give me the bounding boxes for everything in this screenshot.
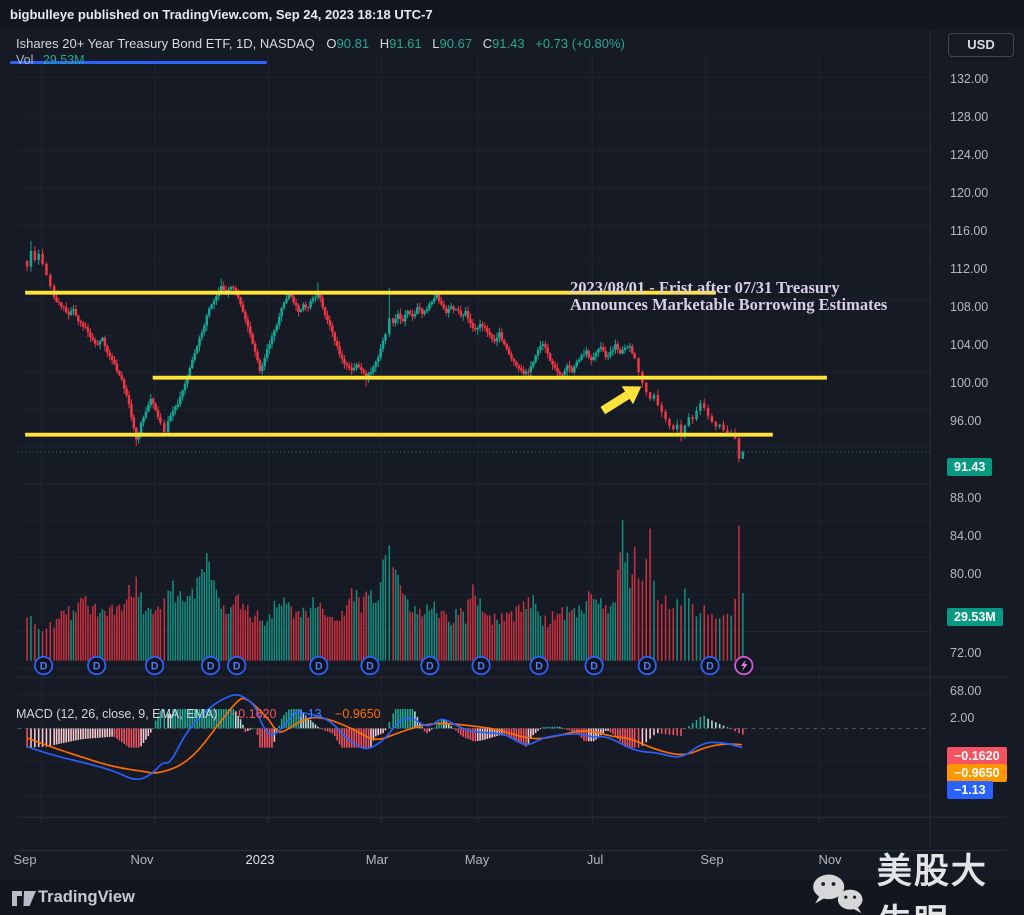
svg-text:D: D xyxy=(535,660,543,672)
time-axis-label: Mar xyxy=(365,852,389,867)
text-annotation-drawing[interactable]: 2023/08/01 - Frist after 07/31 Treasury … xyxy=(570,279,960,313)
volume-label: Vol xyxy=(16,53,34,67)
open-value: 90.81 xyxy=(336,36,370,51)
symbol-title[interactable]: Ishares 20+ Year Treasury Bond ETF, 1D, … xyxy=(16,36,315,51)
wechat-watermark: 美股大牛眼 xyxy=(812,843,1024,915)
price-axis-label: 104.00 xyxy=(950,338,989,352)
time-axis-label: Nov xyxy=(130,852,154,867)
price-axis-label: 120.00 xyxy=(950,186,989,200)
price-axis-label: 116.00 xyxy=(950,224,988,238)
volume-legend: Vol 29.53M xyxy=(16,53,85,67)
price-axis-label: 96.00 xyxy=(950,414,982,428)
svg-text:D: D xyxy=(706,660,714,672)
svg-text:D: D xyxy=(643,660,651,672)
time-axis-label: Sep xyxy=(700,852,724,867)
tradingview-published-chart: bigbulleye published on TradingView.com,… xyxy=(0,0,1024,915)
tradingview-brand[interactable]: TradingView xyxy=(38,888,135,907)
volume-value: 29.53M xyxy=(42,53,85,67)
price-axis-label: 72.00 xyxy=(950,646,982,660)
price-axis-label: 128.00 xyxy=(950,110,989,124)
volume-badge: 29.53M xyxy=(947,608,1003,626)
candles-layer xyxy=(25,240,745,463)
symbol-legend[interactable]: Ishares 20+ Year Treasury Bond ETF, 1D, … xyxy=(16,36,625,51)
macd-line-badge: −1.13 xyxy=(947,781,993,799)
price-axis-label: 124.00 xyxy=(950,148,989,162)
svg-text:D: D xyxy=(366,660,374,672)
svg-text:D: D xyxy=(93,660,101,672)
macd-title: MACD (12, 26, close, 9, EMA, EMA) xyxy=(16,707,218,721)
svg-text:D: D xyxy=(477,660,485,672)
volume-layer xyxy=(26,519,744,661)
publisher-bar: bigbulleye published on TradingView.com,… xyxy=(0,0,1024,30)
change-value: +0.73 (+0.80%) xyxy=(535,36,625,51)
low-value: 90.67 xyxy=(439,36,473,51)
wechat-icon xyxy=(813,874,863,914)
tradingview-logo-icon[interactable] xyxy=(12,888,36,908)
time-axis-label: Jul xyxy=(586,852,604,867)
svg-text:D: D xyxy=(40,660,48,672)
annotation-line1: 2023/08/01 - Frist after 07/31 Treasury xyxy=(570,278,840,297)
open-label: O xyxy=(326,36,337,51)
publisher-text: bigbulleye published on TradingView.com,… xyxy=(10,7,433,22)
price-axis-label: 80.00 xyxy=(950,567,982,581)
close-label: C xyxy=(482,36,493,51)
svg-text:D: D xyxy=(426,660,434,672)
chart-region: D D D D D D D D D D D D D Ishares 20+ Year Treasury … xyxy=(0,30,1024,915)
price-axis-label: 68.00 xyxy=(950,684,982,698)
macd-hist-badge: −0.1620 xyxy=(947,747,1007,765)
high-label: H xyxy=(379,36,390,51)
low-label: L xyxy=(432,36,440,51)
svg-text:D: D xyxy=(590,660,598,672)
svg-text:D: D xyxy=(207,660,215,672)
svg-text:D: D xyxy=(233,660,241,672)
time-axis-label: 2023 xyxy=(245,852,275,867)
price-axis-label: 112.00 xyxy=(950,262,988,276)
high-value: 91.61 xyxy=(389,36,422,51)
watermark-text: 美股大牛眼 xyxy=(876,852,988,915)
chart-canvas[interactable]: DDDDDDDDDDDDD xyxy=(0,30,1024,880)
arrow-drawing[interactable] xyxy=(597,378,647,420)
macd-legend[interactable]: MACD (12, 26, close, 9, EMA, EMA) −0.162… xyxy=(16,707,381,721)
macd-line-value: −1.13 xyxy=(289,707,322,721)
macd-hist-value: −0.1620 xyxy=(230,707,277,721)
price-axis-label: 100.00 xyxy=(950,376,989,390)
annotation-line2: Announces Marketable Borrowing Estimates xyxy=(570,295,888,314)
time-axis-label: May xyxy=(464,852,490,867)
currency-button[interactable]: USD xyxy=(948,33,1014,57)
svg-text:D: D xyxy=(315,660,323,672)
price-axis-label: 88.00 xyxy=(950,491,982,505)
svg-text:D: D xyxy=(151,660,159,672)
time-axis-label: Sep xyxy=(13,852,37,867)
price-axis-label: 84.00 xyxy=(950,529,982,543)
price-axis-label: 132.00 xyxy=(950,72,989,86)
macd-signal-badge: −0.9650 xyxy=(947,764,1007,782)
macd-axis-label: 2.00 xyxy=(950,711,975,725)
macd-signal-value: −0.9650 xyxy=(335,707,381,721)
last-price-badge: 91.43 xyxy=(947,458,993,476)
close-value: 91.43 xyxy=(492,36,525,51)
